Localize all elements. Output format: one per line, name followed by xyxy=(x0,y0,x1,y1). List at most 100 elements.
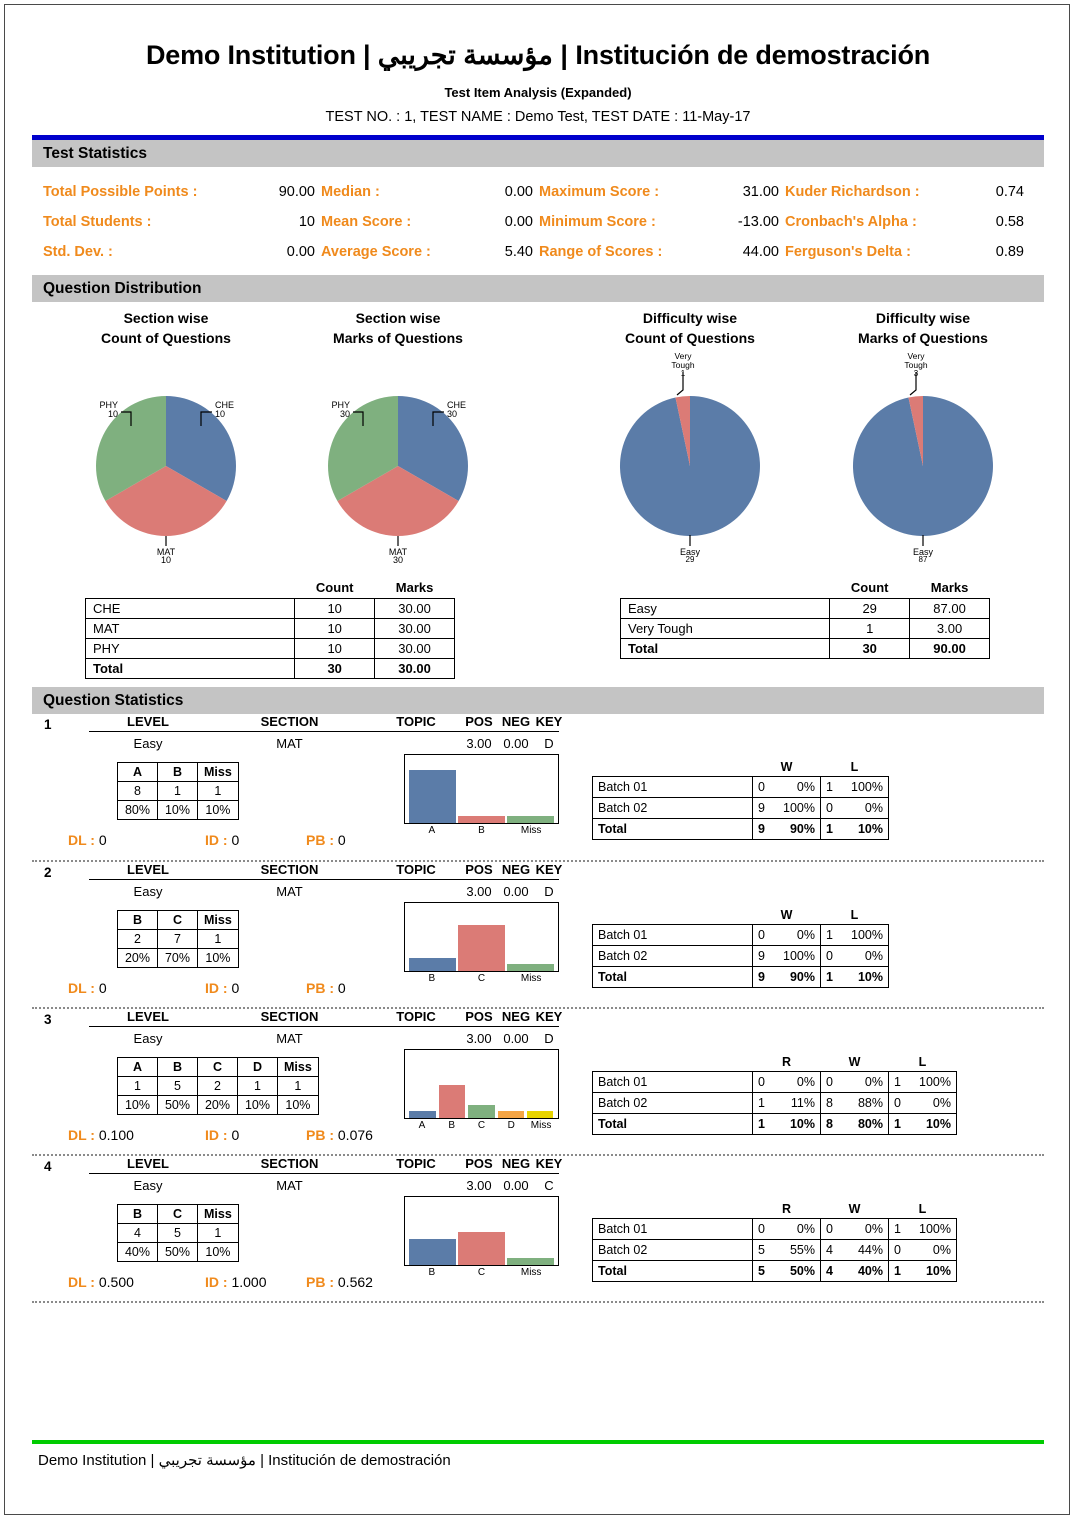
option-count: 7 xyxy=(157,928,198,949)
pb-label: PB : xyxy=(306,1273,334,1290)
cell-total-marks: 30.00 xyxy=(374,657,455,679)
cell-total-count: 30 xyxy=(829,637,911,659)
green-divider xyxy=(32,1440,1044,1444)
cell-total-label: Total xyxy=(619,637,831,659)
dl-value: 0 xyxy=(98,831,107,848)
stat-value: 0.00 xyxy=(504,213,533,230)
bar-label: B xyxy=(478,824,485,836)
option-label: B xyxy=(117,909,158,930)
bar-label: Miss xyxy=(520,824,542,836)
option-label: B xyxy=(117,1203,158,1224)
option-percent: 10% xyxy=(157,799,198,820)
stat-value: 0.89 xyxy=(995,243,1024,260)
id-value: 1.000 xyxy=(231,1273,267,1290)
section-header-test-statistics: Test Statistics xyxy=(32,139,1044,167)
option-label: C xyxy=(157,909,198,930)
table-row: Batch 01 0 0% 1 100% xyxy=(592,775,889,798)
option-percent: 10% xyxy=(197,799,239,820)
bar-c xyxy=(458,1231,505,1265)
cell-marks: 3.00 xyxy=(909,617,990,639)
cell-percent: 44% xyxy=(842,1238,889,1261)
id-value: 0 xyxy=(231,831,240,848)
col-header-topic: TOPIC xyxy=(396,861,436,877)
option-count: 1 xyxy=(277,1075,319,1096)
stat-value: 0.74 xyxy=(995,183,1024,200)
stat-value: -13.00 xyxy=(737,213,779,230)
report-page: Demo Institution | مؤسسة تجريبي | Instit… xyxy=(4,4,1070,1515)
cell-total-label: Total xyxy=(592,965,753,988)
pie-callout-value: 30 xyxy=(393,555,403,563)
col-header-topic: TOPIC xyxy=(396,713,436,729)
cell-count: 9 xyxy=(752,796,775,819)
batch-performance-table: R W L Batch 01 0 0% 0 0% 1 100% Batch 02 5 55% 4 44% 0 0… xyxy=(592,1202,957,1282)
col-header-key: KEY xyxy=(535,1155,563,1171)
bar-label: B xyxy=(428,972,436,984)
cell-percent: 0% xyxy=(774,775,821,798)
option-count: 1 xyxy=(197,1222,239,1243)
option-distribution-table: A B C D Miss 1 5 2 1 1 10% 50% 20% 10% 10% xyxy=(117,1056,319,1115)
pie-title-line2: Marks of Questions xyxy=(333,329,463,346)
col-header-topic: TOPIC xyxy=(396,1008,436,1024)
col-header-blank xyxy=(86,579,295,599)
bar-b xyxy=(409,957,456,971)
id-label: ID : xyxy=(205,1273,228,1290)
report-body: Demo Institution | مؤسسة تجريبي | Instit… xyxy=(32,5,1044,1303)
cell-difficulty-name: Easy xyxy=(619,597,831,619)
cell-total-percent: 10% xyxy=(842,965,889,988)
pb-value: 0.562 xyxy=(337,1273,373,1290)
cell-count: 9 xyxy=(752,944,775,967)
question-header: LEVEL SECTION TOPIC POS NEG KEY Easy MAT 3.00 0.0… xyxy=(89,713,562,751)
stat-label: Ferguson's Delta : xyxy=(785,243,911,260)
option-percent: 40% xyxy=(117,1241,158,1262)
pie-title-line1: Difficulty wise xyxy=(875,309,971,326)
bar-label: C xyxy=(477,972,486,984)
option-label: A xyxy=(117,1056,158,1077)
table-row: Batch 02 9 100% 0 0% xyxy=(592,944,889,967)
cell-total-label: Total xyxy=(592,817,753,840)
col-header-neg: NEG xyxy=(501,1008,531,1024)
cell-count: 10 xyxy=(294,637,376,659)
bar-a xyxy=(409,1110,436,1118)
stat-value: 5.40 xyxy=(504,243,533,260)
pie-svg-difficulty-marks: Very Tough 3 Easy 87 xyxy=(852,351,993,563)
bar-miss xyxy=(507,815,554,823)
cell-total-percent: 80% xyxy=(842,1112,889,1135)
pie-chart-difficulty-marks: Difficulty wise Marks of Questions Very … xyxy=(803,308,1043,563)
cell-percent: 11% xyxy=(774,1091,821,1114)
value-key: D xyxy=(544,735,554,751)
option-distribution-table: B C Miss 2 7 1 20% 70% 10% xyxy=(117,909,239,968)
option-bar-chart: B C Miss xyxy=(404,901,559,984)
option-label: A xyxy=(117,761,158,782)
question-separator xyxy=(32,1300,1044,1303)
col-header-level: LEVEL xyxy=(127,1155,169,1171)
col-header-w: W xyxy=(780,907,793,922)
table-row: Batch 01 0 0% 0 0% 1 100% xyxy=(592,1217,957,1240)
col-header-neg: NEG xyxy=(501,861,531,877)
bar-miss xyxy=(527,1110,554,1118)
cell-percent: 0% xyxy=(774,1070,821,1093)
stat-value: 90.00 xyxy=(278,183,315,200)
cell-count: 1 xyxy=(888,1070,911,1093)
table-row: CHE 10 30.00 xyxy=(84,597,455,619)
col-header-l: L xyxy=(850,907,859,922)
pie-callout-value: 30 xyxy=(340,409,350,419)
stat-label: Cronbach's Alpha : xyxy=(785,213,917,230)
col-header-section: SECTION xyxy=(260,861,319,877)
cell-section-name: PHY xyxy=(84,637,296,659)
cell-count: 0 xyxy=(820,944,843,967)
stat-value: 10 xyxy=(298,213,315,230)
stat-label: Std. Dev. : xyxy=(43,243,113,260)
col-header-marks: Marks xyxy=(930,579,969,595)
report-subtitle: Test Item Analysis (Expanded) xyxy=(444,84,632,100)
cell-count: 5 xyxy=(752,1238,775,1261)
pb-label: PB : xyxy=(306,979,334,996)
bar-a xyxy=(409,769,456,823)
col-header-neg: NEG xyxy=(501,1155,531,1171)
cell-marks: 30.00 xyxy=(374,597,455,619)
pb-value: 0 xyxy=(337,979,346,996)
bar-label: A xyxy=(418,1119,426,1131)
stat-value: 31.00 xyxy=(742,183,779,200)
cell-total-count: 1 xyxy=(820,965,843,988)
col-header-level: LEVEL xyxy=(127,861,169,877)
cell-percent: 0% xyxy=(910,1091,957,1114)
